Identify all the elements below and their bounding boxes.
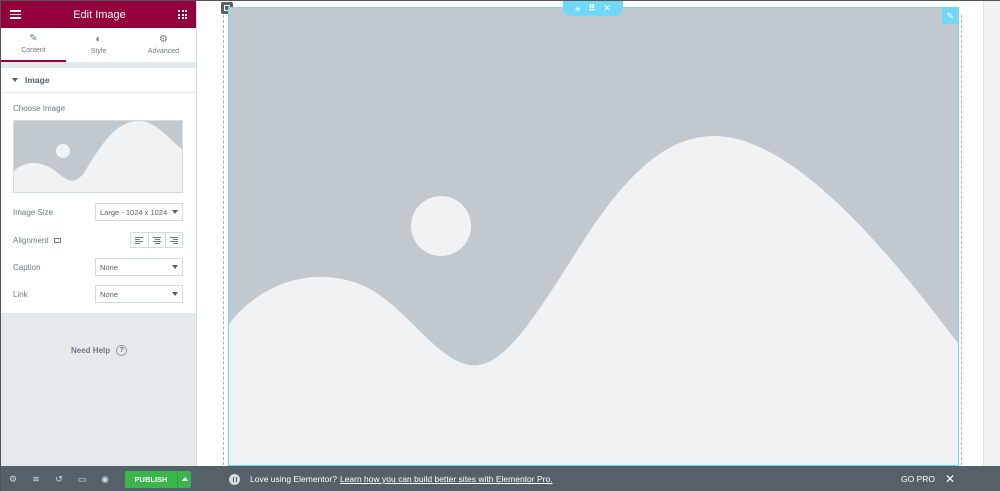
align-right-button[interactable] <box>165 233 182 247</box>
need-help-label: Need Help <box>71 346 111 355</box>
caption-label: Caption <box>13 262 41 272</box>
help-icon: ? <box>116 345 128 356</box>
image-size-label: Image Size <box>13 207 54 217</box>
need-help-link[interactable]: Need Help ? <box>71 345 128 356</box>
choose-image-label: Choose Image <box>13 104 66 113</box>
add-section-icon[interactable]: + <box>575 4 580 14</box>
dropdown-arrow-icon <box>172 210 178 214</box>
image-placeholder <box>229 8 958 465</box>
publish-button[interactable]: PUBLISH <box>125 470 177 488</box>
notice-link[interactable]: Learn how you can build better sites wit… <box>340 474 553 484</box>
canvas-scrollbar[interactable] <box>983 1 1000 466</box>
delete-section-icon[interactable]: ✕ <box>603 3 611 14</box>
panel-header: Edit Image <box>1 1 196 28</box>
section-toolbar: + ⠿ ✕ <box>563 1 623 16</box>
dropdown-arrow-icon <box>172 292 178 296</box>
image-placeholder-icon <box>14 121 182 192</box>
align-left-button[interactable] <box>131 233 148 247</box>
caption-value: None <box>100 262 118 272</box>
responsive-mode-icon[interactable]: ▭ <box>77 474 87 484</box>
tab-content[interactable]: ✎ Content <box>1 28 66 62</box>
tab-advanced-label: Advanced <box>147 48 180 55</box>
elementor-logo-icon <box>229 473 240 485</box>
notice-text: Love using Elementor? <box>250 474 337 484</box>
caret-down-icon <box>12 78 18 82</box>
tab-content-label: Content <box>21 47 46 54</box>
tab-style-label: Style <box>90 48 107 55</box>
caption-select[interactable]: None <box>95 258 183 276</box>
section-title: Image <box>25 75 50 85</box>
navigator-layers-icon[interactable]: ≋ <box>31 474 41 484</box>
panel-footer: ⚙ ≋ ↺ ▭ ◉ PUBLISH <box>1 466 197 491</box>
link-select[interactable]: None <box>95 285 183 303</box>
alignment-label: Alignment <box>13 236 61 245</box>
history-icon[interactable]: ↺ <box>54 474 64 484</box>
promo-notice-bar: Love using Elementor? Learn how you can … <box>197 466 1000 491</box>
widgets-grid-icon[interactable] <box>178 10 187 19</box>
link-label: Link <box>13 289 28 299</box>
go-pro-link[interactable]: GO PRO <box>901 474 935 484</box>
caption-row: Caption None <box>13 258 183 276</box>
column-outline <box>961 15 962 465</box>
tab-advanced[interactable]: ⚙ Advanced <box>131 28 196 62</box>
contrast-icon: ◐ <box>95 34 102 45</box>
alignment-buttons <box>130 232 183 248</box>
editor-panel: Edit Image ✎ Content ◐ Style ⚙ Advanced … <box>1 1 197 466</box>
caret-up-icon <box>181 477 188 481</box>
close-icon[interactable]: ✕ <box>945 472 955 486</box>
panel-title: Edit Image <box>73 8 126 21</box>
image-chooser[interactable] <box>13 120 183 193</box>
preview-eye-icon[interactable]: ◉ <box>100 474 110 484</box>
hamburger-menu-icon[interactable] <box>10 10 21 19</box>
dropdown-arrow-icon <box>172 265 178 269</box>
tab-style[interactable]: ◐ Style <box>66 28 131 62</box>
image-section-toggle[interactable]: Image <box>1 68 196 93</box>
pencil-icon: ✎ <box>29 33 38 44</box>
link-value: None <box>100 289 118 299</box>
settings-icon[interactable]: ⚙ <box>8 474 18 484</box>
edit-widget-pencil-icon[interactable]: ✎ <box>942 8 958 24</box>
image-size-select[interactable]: Large - 1024 x 1024 <box>95 203 183 221</box>
align-center-button[interactable] <box>148 233 165 247</box>
publish-group: PUBLISH <box>125 470 191 488</box>
alignment-row: Alignment <box>13 231 183 249</box>
preview-canvas: + ⠿ ✕ ✎ <box>197 1 1000 466</box>
image-widget[interactable] <box>228 7 959 466</box>
gear-icon: ⚙ <box>159 34 168 45</box>
column-outline <box>223 15 224 465</box>
panel-tabs: ✎ Content ◐ Style ⚙ Advanced <box>1 28 196 63</box>
alignment-label-text: Alignment <box>13 235 49 245</box>
desktop-icon[interactable] <box>53 237 61 243</box>
drag-handle-icon[interactable]: ⠿ <box>588 3 595 14</box>
image-size-value: Large - 1024 x 1024 <box>100 207 168 217</box>
image-size-row: Image Size Large - 1024 x 1024 <box>13 203 183 221</box>
publish-options-button[interactable] <box>177 470 191 488</box>
link-row: Link None <box>13 285 183 303</box>
